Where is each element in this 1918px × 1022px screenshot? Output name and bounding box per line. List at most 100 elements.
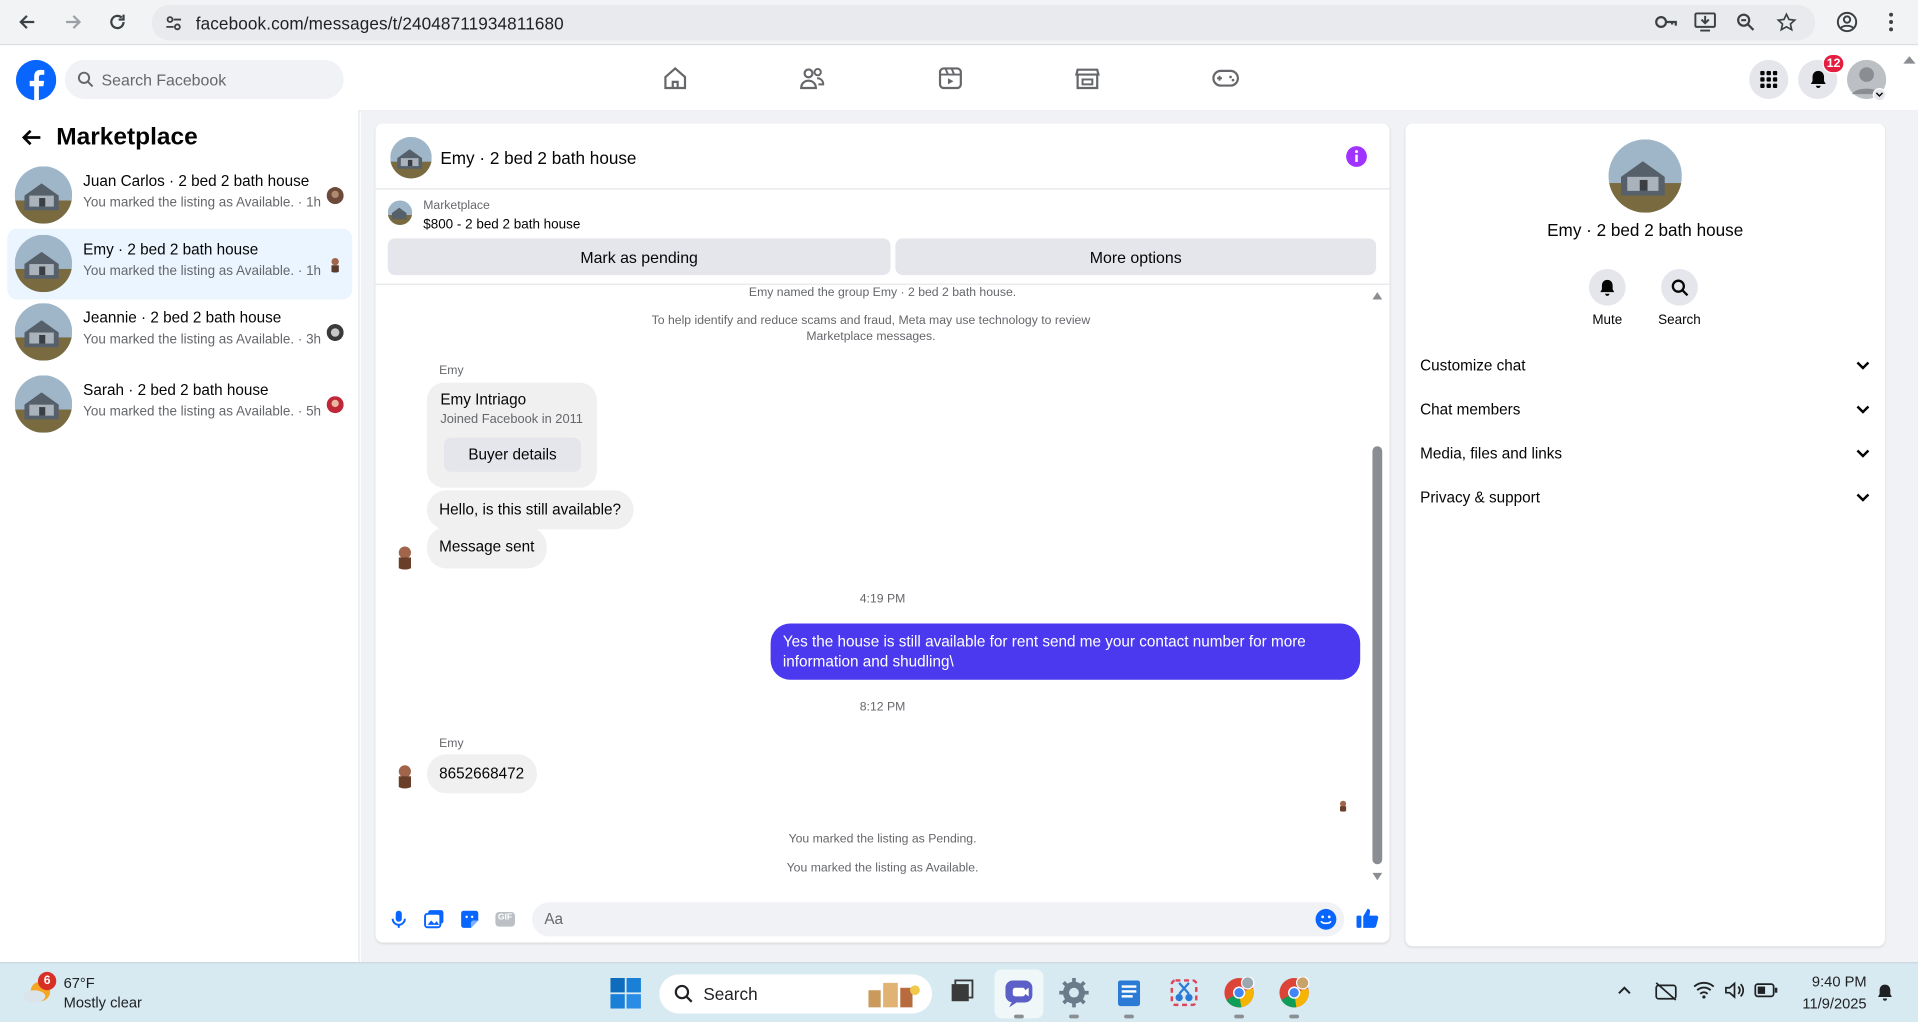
search-facebook-input[interactable]: Search Facebook bbox=[64, 59, 344, 100]
reload-icon[interactable] bbox=[103, 9, 132, 36]
notepad-icon[interactable] bbox=[1113, 977, 1145, 1009]
message-bubble[interactable]: Message sent bbox=[426, 526, 547, 569]
gif-icon[interactable]: GIF bbox=[494, 908, 516, 930]
listing-thumbnail bbox=[14, 375, 73, 433]
chat-scrollbar-thumb[interactable] bbox=[1372, 446, 1383, 865]
chat-members-section[interactable]: Chat members bbox=[1420, 388, 1870, 432]
listing-thumbnail bbox=[14, 303, 73, 361]
notification-center-bell-icon[interactable] bbox=[1876, 983, 1893, 1003]
conversation-info-icon[interactable] bbox=[1346, 145, 1368, 167]
buyer-name: Emy Intriago bbox=[440, 391, 527, 409]
mute-label: Mute bbox=[1592, 312, 1623, 328]
conversation-item[interactable]: Juan Carlos · 2 bed 2 bath house You mar… bbox=[7, 160, 352, 231]
more-options-button[interactable]: More options bbox=[895, 238, 1377, 276]
chevron-down-icon bbox=[1856, 493, 1870, 502]
customize-chat-section[interactable]: Customize chat bbox=[1420, 344, 1870, 388]
message-bubble[interactable]: 8652668472 bbox=[426, 754, 537, 794]
my-message-bubble[interactable]: Yes the house is still available for ren… bbox=[770, 623, 1361, 680]
microphone-icon[interactable] bbox=[388, 908, 410, 930]
forward-icon[interactable] bbox=[59, 9, 88, 36]
windows-start-icon[interactable] bbox=[610, 978, 641, 1009]
chat-listing-thumbnail[interactable] bbox=[390, 136, 432, 179]
buyer-details-button[interactable]: Buyer details bbox=[444, 437, 582, 472]
battery-icon[interactable] bbox=[1754, 982, 1778, 999]
chat-scroll-up-icon[interactable] bbox=[1371, 291, 1383, 301]
temperature[interactable]: 67°F bbox=[64, 974, 95, 991]
details-title: Emy · 2 bed 2 bath house bbox=[1547, 220, 1744, 240]
marketplace-icon[interactable] bbox=[1074, 65, 1101, 92]
clock-time[interactable]: 9:40 PM bbox=[1791, 973, 1867, 990]
running-indicator bbox=[1124, 1014, 1134, 1019]
bell-icon bbox=[1810, 70, 1826, 89]
conversation-item[interactable]: Sarah · 2 bed 2 bath house You marked th… bbox=[7, 369, 352, 440]
weather-text[interactable]: Mostly clear bbox=[64, 994, 142, 1011]
listing-price-title[interactable]: $800 - 2 bed 2 bath house bbox=[423, 218, 580, 233]
settings-gear-icon[interactable] bbox=[1058, 977, 1090, 1009]
timestamp: 8:12 PM bbox=[859, 700, 906, 714]
facebook-header: Search Facebook bbox=[0, 45, 1918, 111]
bookmark-star-icon[interactable] bbox=[1771, 9, 1800, 36]
chat-scroll-down-icon[interactable] bbox=[1371, 872, 1383, 882]
video-icon[interactable] bbox=[937, 65, 964, 92]
address-bar[interactable]: facebook.com/messages/t/2404871193481168… bbox=[151, 4, 1816, 41]
password-key-icon[interactable] bbox=[1651, 9, 1680, 36]
listing-bar: Marketplace $800 - 2 bed 2 bath house Ma… bbox=[375, 191, 1390, 285]
back-icon[interactable] bbox=[12, 9, 41, 36]
section-label: Media, files and links bbox=[1420, 444, 1563, 463]
zoom-icon[interactable] bbox=[1731, 9, 1760, 36]
chevron-down-icon bbox=[1856, 361, 1870, 370]
details-listing-thumbnail bbox=[1608, 139, 1682, 213]
sticker-icon[interactable] bbox=[459, 908, 481, 930]
menu-grid-button[interactable] bbox=[1749, 59, 1789, 100]
url-text[interactable]: facebook.com/messages/t/2404871193481168… bbox=[196, 13, 564, 33]
conversation-name: Juan Carlos · 2 bed 2 bath house bbox=[83, 172, 310, 190]
buyer-joined: Joined Facebook in 2011 bbox=[440, 411, 583, 427]
site-info-icon[interactable] bbox=[164, 13, 184, 33]
install-app-icon[interactable] bbox=[1690, 9, 1719, 36]
search-highlight-icon bbox=[868, 982, 920, 1008]
panel-title: Marketplace bbox=[56, 123, 198, 151]
chrome-profile-1-icon[interactable] bbox=[1223, 976, 1255, 1009]
conversation-subtitle: You marked the listing as Available. · 1… bbox=[83, 195, 322, 211]
taskbar-search[interactable]: Search bbox=[659, 974, 933, 1014]
privacy-support-section[interactable]: Privacy & support bbox=[1420, 476, 1870, 520]
browser-toolbar: facebook.com/messages/t/2404871193481168… bbox=[0, 0, 1918, 46]
browser-menu-icon[interactable] bbox=[1876, 9, 1905, 36]
message-bubble[interactable]: Hello, is this still available? bbox=[426, 490, 634, 530]
clock-date[interactable]: 11/9/2025 bbox=[1791, 995, 1866, 1012]
facebook-logo-icon[interactable] bbox=[15, 59, 57, 101]
running-indicator bbox=[1289, 1014, 1300, 1019]
tray-overflow-chevron-icon[interactable] bbox=[1617, 985, 1632, 995]
friends-icon[interactable] bbox=[799, 65, 826, 92]
profile-icon[interactable] bbox=[1832, 9, 1861, 36]
search-in-conversation-button[interactable]: Search bbox=[1643, 268, 1716, 328]
page-scroll-up-icon[interactable] bbox=[1902, 54, 1917, 66]
media-files-links-section[interactable]: Media, files and links bbox=[1420, 432, 1870, 476]
teams-chat-icon[interactable] bbox=[1003, 977, 1035, 1009]
location-off-icon[interactable] bbox=[1654, 980, 1678, 1002]
gaming-icon[interactable] bbox=[1211, 65, 1239, 92]
home-icon[interactable] bbox=[662, 65, 689, 92]
chat-title[interactable]: Emy · 2 bed 2 bath house bbox=[440, 148, 636, 168]
chrome-profile-2-icon[interactable] bbox=[1278, 976, 1310, 1009]
sender-name: Emy bbox=[439, 737, 464, 751]
conversation-item-active[interactable]: Emy · 2 bed 2 bath house You marked the … bbox=[7, 228, 353, 300]
like-thumbs-up-icon[interactable] bbox=[1355, 906, 1379, 928]
participant-avatar bbox=[326, 323, 344, 342]
wifi-icon[interactable] bbox=[1693, 980, 1715, 1000]
mute-button[interactable]: Mute bbox=[1571, 268, 1644, 328]
volume-icon[interactable] bbox=[1723, 980, 1745, 1000]
mark-as-pending-button[interactable]: Mark as pending bbox=[387, 238, 891, 276]
conversation-item[interactable]: Jeannie · 2 bed 2 bath house You marked … bbox=[7, 297, 352, 368]
message-input[interactable]: Aa bbox=[532, 902, 1345, 937]
photo-icon[interactable] bbox=[423, 908, 445, 930]
emoji-icon[interactable] bbox=[1315, 908, 1337, 930]
snipping-tool-icon[interactable] bbox=[1168, 977, 1200, 1009]
back-arrow-icon[interactable] bbox=[21, 128, 42, 146]
running-indicator bbox=[1234, 1014, 1244, 1019]
sender-avatar bbox=[391, 542, 419, 570]
task-view-icon[interactable] bbox=[946, 977, 978, 1009]
account-chevron-icon[interactable] bbox=[1872, 88, 1887, 102]
chevron-down-icon bbox=[1856, 449, 1870, 458]
grid-icon bbox=[1760, 70, 1778, 89]
